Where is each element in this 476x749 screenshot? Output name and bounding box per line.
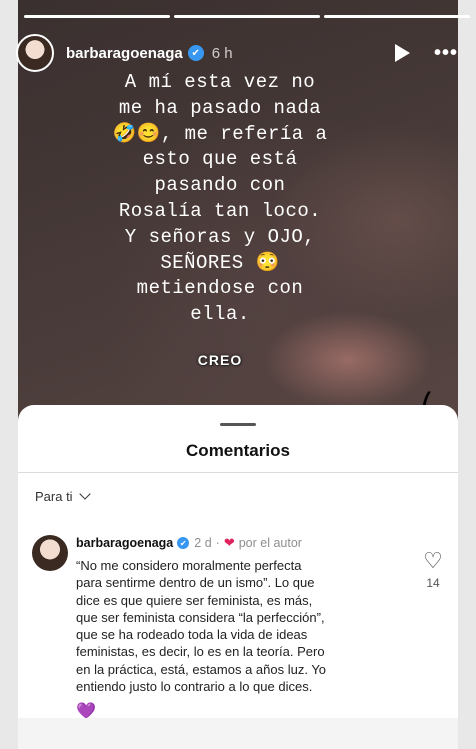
more-options-icon[interactable]: •••	[434, 42, 458, 65]
story-progress-bar	[18, 15, 476, 18]
comment-time: 2 d	[194, 536, 212, 550]
heart-outline-icon[interactable]: ♡	[420, 550, 446, 572]
like-count: 14	[426, 576, 440, 590]
progress-segment	[324, 15, 470, 18]
comment-text: “No me considero moralmente perfecta par…	[76, 558, 327, 695]
sheet-drag-handle[interactable]	[220, 423, 256, 426]
story-caption: A mí esta vez no me ha pasado nada 🤣😊, m…	[112, 71, 328, 326]
comments-sheet: Comentarios Para ti barbaragoenaga ✔ 2 d…	[18, 405, 458, 749]
story-time: 6 h	[211, 44, 233, 62]
story-avatar[interactable]	[16, 34, 54, 72]
author-liked-heart-icon: ❤	[223, 535, 235, 550]
progress-segment	[174, 15, 320, 18]
play-icon[interactable]	[394, 44, 410, 62]
like-button[interactable]: ♡ 14	[420, 550, 446, 591]
comments-title: Comentarios	[186, 441, 290, 460]
comment-avatar[interactable]	[32, 535, 68, 571]
separator-dot: ·	[215, 536, 220, 550]
author-liked-label: por el autor	[238, 536, 302, 550]
verified-badge-icon: ✔	[187, 45, 204, 61]
story-header: barbaragoenaga ✔ 6 h •••	[16, 33, 464, 73]
comments-filter-dropdown[interactable]: Para ti	[35, 488, 91, 504]
filter-label: Para ti	[35, 489, 73, 504]
story-username[interactable]: barbaragoenaga	[66, 45, 183, 62]
comment-username[interactable]: barbaragoenaga	[76, 536, 173, 550]
divider	[18, 472, 458, 473]
story-sticker: CREO	[197, 352, 243, 368]
comment-header: barbaragoenaga ✔ 2 d · ❤ por el autor	[76, 535, 302, 551]
chevron-down-icon	[78, 488, 91, 500]
bottom-strip	[18, 718, 458, 749]
progress-segment	[24, 15, 170, 18]
verified-badge-icon: ✔	[177, 537, 190, 549]
